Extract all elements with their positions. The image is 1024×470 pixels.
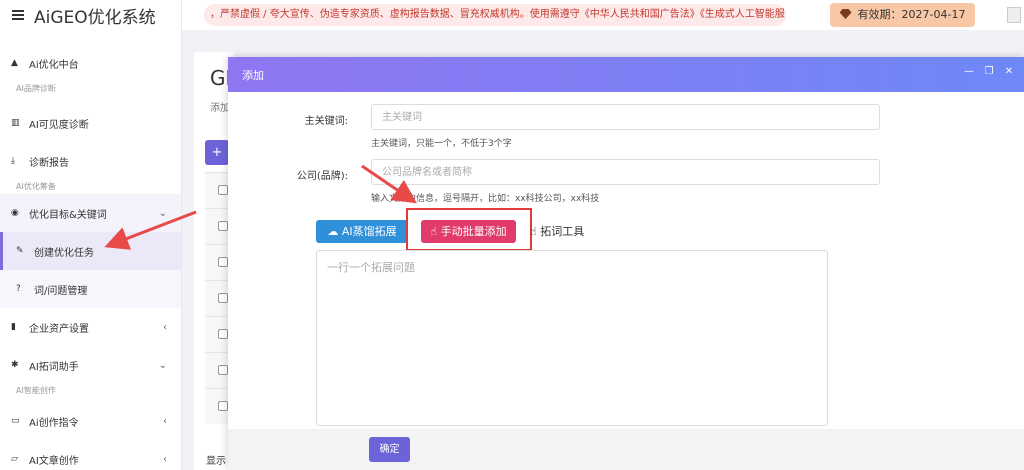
sidebar-item-label: Ai创作指令 xyxy=(29,417,79,429)
keyword-tool-label: 拓词工具 xyxy=(540,225,585,238)
ai-expand-button[interactable]: ☁ AI蒸馏拓展 xyxy=(316,220,408,243)
hand-icon: ☝ xyxy=(530,225,537,238)
sidebar-item-visibility[interactable]: ▥ AI可见度诊断 xyxy=(0,104,181,142)
table-row[interactable] xyxy=(205,280,229,316)
target-icon: ◉ xyxy=(11,208,19,218)
bar-chart-icon: ▥ xyxy=(11,118,20,128)
sidebar-item-targets[interactable]: ◉ 优化目标&关键词 ⌄ xyxy=(0,194,181,232)
company-input[interactable] xyxy=(371,159,880,185)
sidebar-item-report[interactable]: ⤓ 诊断报告 xyxy=(0,142,181,180)
chevron-down-icon: ⌄ xyxy=(158,207,167,219)
menu-icon[interactable] xyxy=(12,10,24,20)
table-row[interactable] xyxy=(205,244,229,280)
edit-icon: ✎ xyxy=(16,246,24,256)
gear-icon: ✱ xyxy=(11,360,19,370)
row-checkbox[interactable] xyxy=(218,185,228,195)
brand-title: AiGEO优化系统 xyxy=(34,7,156,28)
add-button[interactable]: + xyxy=(205,140,229,165)
chevron-left-icon: ‹ xyxy=(163,415,167,427)
company-label: 公司(品牌): xyxy=(296,171,348,182)
modal-footer: 确定 xyxy=(228,429,1024,470)
question-icon: ? xyxy=(16,284,21,294)
sidebar-item-create-task[interactable]: ✎ 创建优化任务 xyxy=(0,232,181,270)
chevron-left-icon: ‹ xyxy=(163,453,167,465)
sidebar-item-label: AI可见度诊断 xyxy=(29,119,89,131)
sidebar-item-label: Ai优化中台 xyxy=(29,59,79,71)
maximize-icon[interactable]: ❐ xyxy=(984,67,994,77)
sidebar-section: AI品牌诊断 xyxy=(16,84,56,93)
row-checkbox[interactable] xyxy=(218,221,228,231)
sidebar-item-label: 词/问题管理 xyxy=(34,285,88,297)
diamond-icon xyxy=(839,9,852,19)
book-icon: ▮ xyxy=(11,322,16,332)
confirm-button[interactable]: 确定 xyxy=(369,437,410,462)
company-hint: 输入文案中信息，逗号隔开，比如：xx科技公司，xx科技 xyxy=(371,194,600,204)
modal-header: 添加 — ❐ ✕ xyxy=(228,57,1024,92)
expiry-badge: 有效期：2027-04-17 xyxy=(830,3,975,27)
modal-title: 添加 xyxy=(242,68,264,82)
chevron-down-icon: ⌄ xyxy=(158,359,167,371)
cloud-upload-icon: ☁ xyxy=(327,225,339,238)
sidebar-item-label: 诊断报告 xyxy=(29,157,69,169)
page-subtitle: 添加 xyxy=(210,103,230,114)
row-checkbox[interactable] xyxy=(218,293,228,303)
annotation-highlight-box xyxy=(406,208,532,251)
keyword-hint: 主关键词，只能一个，不低于3个字 xyxy=(371,139,512,149)
sidebar-section: AI智能创作 xyxy=(16,386,56,395)
sidebar-item-label: AI拓词助手 xyxy=(29,361,79,373)
folder-open-icon: ▱ xyxy=(11,454,18,464)
keyword-tool-link[interactable]: ☝ 拓词工具 xyxy=(530,223,584,239)
row-checkbox[interactable] xyxy=(218,257,228,267)
page-footer-text: 显示 xyxy=(206,456,226,467)
sidebar-item-instructions[interactable]: ▭ Ai创作指令 ‹ xyxy=(0,402,181,440)
table-row[interactable] xyxy=(205,352,229,388)
top-header: ，严禁虚假 / 夸大宣传、伪造专家资质、虚构报告数据、冒充权威机构。使用需遵守《… xyxy=(182,0,1024,30)
questions-textarea[interactable] xyxy=(316,250,828,426)
row-checkbox[interactable] xyxy=(218,365,228,375)
ai-expand-label: AI蒸馏拓展 xyxy=(341,225,397,238)
sidebar-section: AI优化筹备 xyxy=(16,182,56,191)
notice-banner: ，严禁虚假 / 夸大宣传、伪造专家资质、虚构报告数据、冒充权威机构。使用需遵守《… xyxy=(204,4,786,26)
keyword-input[interactable] xyxy=(371,104,880,130)
sidebar-item-label: 企业资产设置 xyxy=(29,323,89,335)
sidebar-item-ai-center[interactable]: ▲ Ai优化中台 xyxy=(0,44,181,82)
table-row[interactable] xyxy=(205,208,229,244)
table-row[interactable] xyxy=(205,172,229,208)
table-row[interactable] xyxy=(205,388,229,424)
table-row[interactable] xyxy=(205,316,229,352)
sidebar-item-label: 优化目标&关键词 xyxy=(29,209,107,221)
avatar[interactable] xyxy=(1007,7,1021,23)
row-checkbox[interactable] xyxy=(218,329,228,339)
sidebar: AiGEO优化系统 ▲ Ai优化中台 AI品牌诊断 ▥ AI可见度诊断 ⤓ 诊断… xyxy=(0,0,182,470)
keyword-label: 主关键词: xyxy=(304,116,348,127)
brand-bar: AiGEO优化系统 xyxy=(0,0,181,30)
add-modal: 添加 — ❐ ✕ 主关键词: 主关键词，只能一个，不低于3个字 公司(品牌): … xyxy=(228,57,1024,470)
chevron-left-icon: ‹ xyxy=(163,321,167,333)
close-icon[interactable]: ✕ xyxy=(1004,67,1014,77)
sidebar-item-assets[interactable]: ▮ 企业资产设置 ‹ xyxy=(0,308,181,346)
home-icon: ▲ xyxy=(11,58,18,68)
sidebar-item-keyword-helper[interactable]: ✱ AI拓词助手 ⌄ xyxy=(0,346,181,384)
sidebar-item-articles[interactable]: ▱ AI文章创作 ‹ xyxy=(0,440,181,470)
sidebar-item-label: AI文章创作 xyxy=(29,455,79,467)
download-icon: ⤓ xyxy=(11,156,15,166)
sidebar-item-label: 创建优化任务 xyxy=(34,247,94,259)
folder-icon: ▭ xyxy=(11,416,20,426)
expiry-text: 有效期：2027-04-17 xyxy=(857,8,966,21)
sidebar-item-question-manage[interactable]: ? 词/问题管理 xyxy=(0,270,181,308)
row-checkbox[interactable] xyxy=(218,401,228,411)
minimize-icon[interactable]: — xyxy=(964,67,974,77)
